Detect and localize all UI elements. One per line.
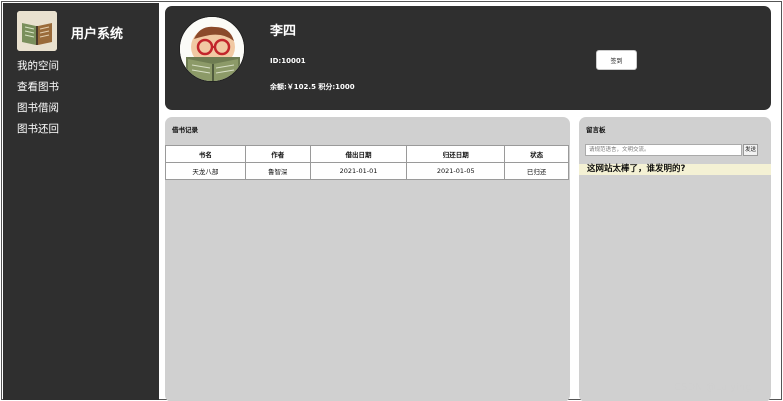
- board-title: 留言板: [586, 126, 606, 134]
- borrow-records-panel: 借书记录 书名 作者 借出日期 归还日期 状态 天龙八部 鲁智深 2021-01…: [165, 117, 570, 401]
- records-title: 借书记录: [172, 126, 198, 134]
- sidebar-item-return-books[interactable]: 图书还回: [17, 122, 59, 143]
- user-name: 李四: [270, 24, 297, 39]
- message-board-panel: 留言板 发送 这网站太棒了，谁发明的?: [579, 117, 771, 401]
- table-header-row: 书名 作者 借出日期 归还日期 状态: [165, 145, 569, 163]
- system-title: 用户系统: [71, 27, 124, 42]
- table-row: 天龙八部 鲁智深 2021-01-01 2021-01-05 已归还: [165, 162, 569, 180]
- user-id: ID:10001: [270, 57, 306, 65]
- col-header-borrow-date: 借出日期: [309, 145, 408, 163]
- col-header-author: 作者: [244, 145, 311, 163]
- cell-return-date: 2021-01-05: [406, 162, 506, 180]
- signin-button[interactable]: 签到: [596, 50, 637, 70]
- sidebar-nav: 我的空间 查看图书 图书借阅 图书还回: [17, 59, 59, 143]
- message-input[interactable]: [585, 144, 742, 156]
- avatar: [179, 16, 245, 82]
- cell-status: 已归还: [504, 162, 569, 180]
- col-header-status: 状态: [504, 145, 569, 163]
- sidebar-item-view-books[interactable]: 查看图书: [17, 80, 59, 101]
- send-button[interactable]: 发送: [743, 144, 758, 156]
- sidebar-item-my-space[interactable]: 我的空间: [17, 59, 59, 80]
- book-logo-icon: [17, 11, 57, 51]
- message-item: 这网站太棒了，谁发明的?: [579, 164, 771, 175]
- sidebar: 用户系统 我的空间 查看图书 图书借阅 图书还回: [3, 3, 159, 400]
- col-header-return-date: 归还日期: [406, 145, 506, 163]
- watermark: CSDN @Laiying: [674, 382, 752, 393]
- cell-title: 天龙八部: [165, 162, 246, 180]
- app-frame: 用户系统 我的空间 查看图书 图书借阅 图书还回 李四 ID:10001 余额:…: [1, 1, 782, 401]
- sidebar-item-borrow-books[interactable]: 图书借阅: [17, 101, 59, 122]
- cell-borrow-date: 2021-01-01: [309, 162, 408, 180]
- user-balance: 余额:￥102.5 积分:1000: [270, 83, 355, 91]
- profile-card: 李四 ID:10001 余额:￥102.5 积分:1000 签到: [165, 6, 771, 110]
- cell-author: 鲁智深: [244, 162, 311, 180]
- records-table: 书名 作者 借出日期 归还日期 状态 天龙八部 鲁智深 2021-01-01 2…: [165, 145, 569, 180]
- col-header-title: 书名: [165, 145, 246, 163]
